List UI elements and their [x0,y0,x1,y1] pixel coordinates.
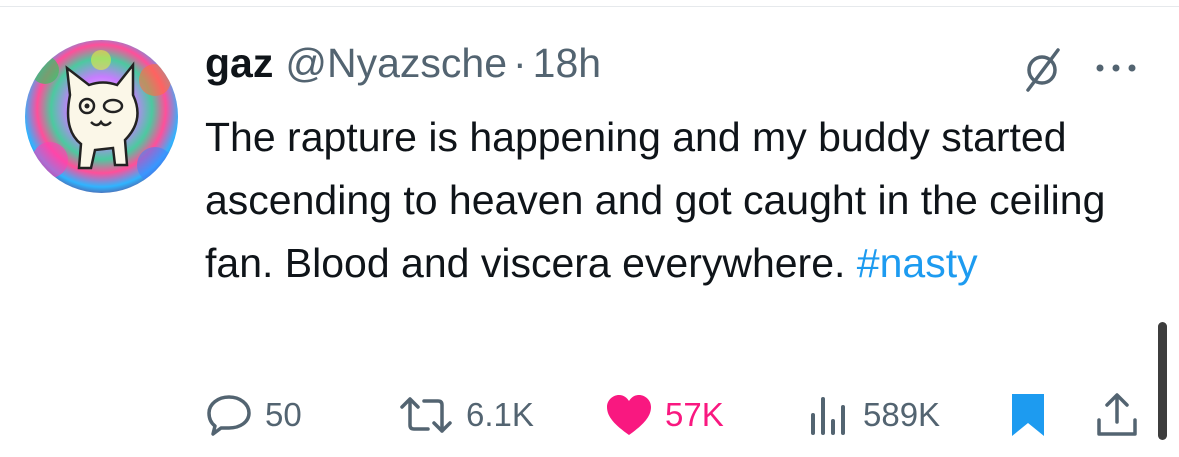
views-count: 589K [863,396,941,433]
display-name[interactable]: gaz [205,40,273,87]
cartoon-cat-avatar-icon [25,40,178,193]
user-avatar[interactable] [25,40,178,193]
grok-icon[interactable] [1022,44,1062,96]
reply-button[interactable]: 50 [205,390,302,440]
scrollbar[interactable] [1158,322,1167,440]
tweet-timestamp[interactable]: 18h [533,40,601,87]
repost-button[interactable]: 6.1K [398,390,534,440]
bookmark-button[interactable] [1008,390,1048,440]
header-separator: · [513,40,527,86]
top-divider [0,6,1179,7]
tweet-text: The rapture is happening and my buddy st… [205,106,1135,295]
hashtag-link[interactable]: #nasty [857,240,978,286]
share-icon [1097,393,1137,436]
heart-icon [607,395,651,435]
like-button[interactable]: 57K [605,390,724,440]
reply-icon [207,395,251,436]
tweet-header: gaz @Nyazsche · 18h [205,40,1155,100]
share-button[interactable] [1094,390,1140,440]
views-chart-icon [811,397,845,435]
like-count: 57K [665,396,724,433]
bookmark-icon [1012,394,1044,436]
reply-count: 50 [265,396,302,433]
repost-icon [400,397,452,433]
views-button[interactable]: 589K [803,390,940,440]
more-options-icon[interactable] [1090,55,1142,81]
repost-count: 6.1K [466,396,534,433]
user-handle[interactable]: @Nyazsche [285,40,507,87]
tweet-view: gaz @Nyazsche · 18h The rapture is happe… [0,0,1179,457]
